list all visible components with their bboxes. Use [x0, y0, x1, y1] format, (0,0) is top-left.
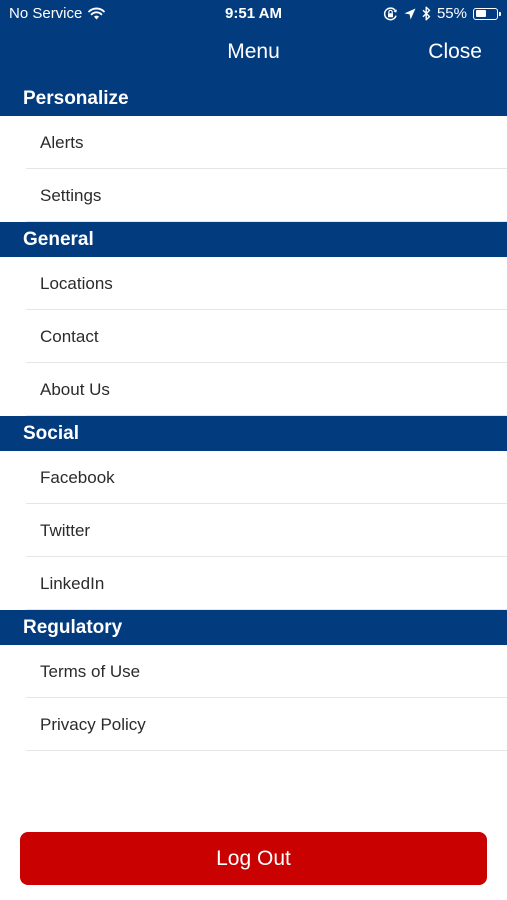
section-header-regulatory: Regulatory — [0, 610, 507, 645]
section-header-personalize: Personalize — [0, 80, 507, 116]
location-arrow-icon — [404, 8, 416, 20]
battery-tip — [499, 11, 501, 16]
battery-icon — [473, 7, 501, 20]
top-bar: No Service 9:51 AM 55% Menu Close — [0, 0, 507, 80]
orientation-lock-icon — [383, 6, 398, 21]
menu-item-terms-of-use[interactable]: Terms of Use — [26, 645, 507, 698]
menu-item-privacy-policy[interactable]: Privacy Policy — [26, 698, 507, 751]
bluetooth-icon — [422, 6, 431, 21]
menu-screen: No Service 9:51 AM 55% Menu Close Person… — [0, 0, 507, 900]
section-header-general: General — [0, 222, 507, 257]
section-header-social: Social — [0, 416, 507, 451]
menu-list: Personalize Alerts Settings General Loca… — [0, 80, 507, 751]
menu-item-twitter[interactable]: Twitter — [26, 504, 507, 557]
menu-item-linkedin[interactable]: LinkedIn — [26, 557, 507, 610]
menu-item-alerts[interactable]: Alerts — [26, 116, 507, 169]
status-bar: No Service 9:51 AM 55% — [0, 0, 507, 28]
status-right: 55% — [383, 5, 501, 22]
menu-item-contact[interactable]: Contact — [26, 310, 507, 363]
menu-item-locations[interactable]: Locations — [26, 257, 507, 310]
close-button[interactable]: Close — [428, 40, 482, 64]
menu-item-about-us[interactable]: About Us — [26, 363, 507, 416]
battery-level — [475, 10, 486, 17]
battery-percent: 55% — [436, 5, 467, 22]
menu-item-settings[interactable]: Settings — [26, 169, 507, 222]
menu-item-facebook[interactable]: Facebook — [26, 451, 507, 504]
logout-button[interactable]: Log Out — [20, 832, 487, 885]
